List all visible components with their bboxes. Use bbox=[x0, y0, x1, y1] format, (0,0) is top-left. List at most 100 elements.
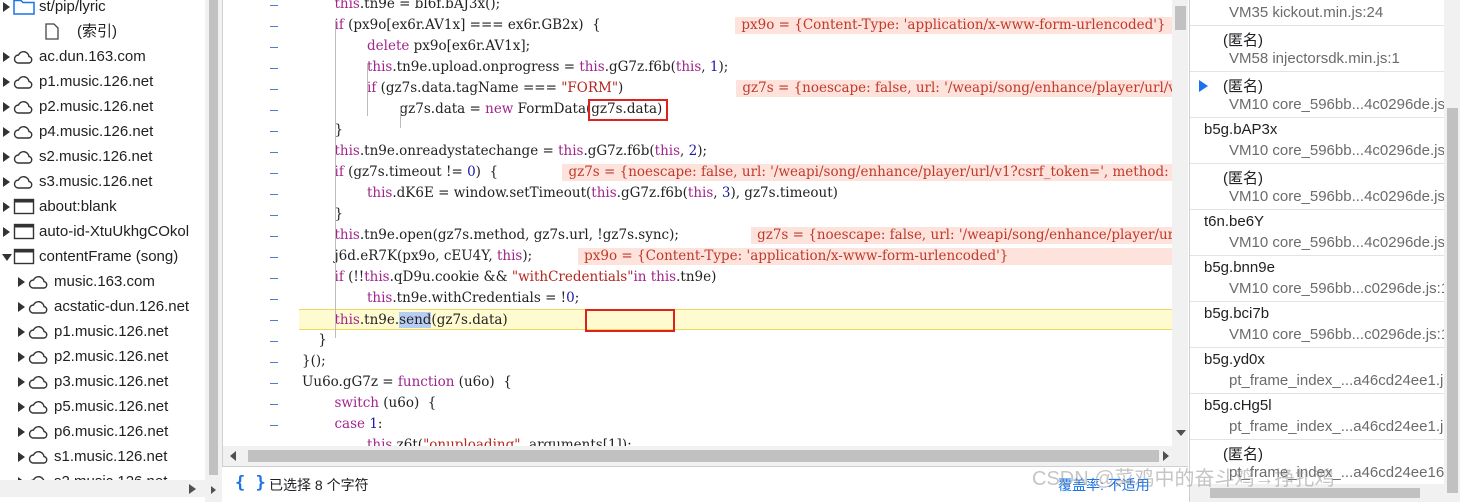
tree-item[interactable]: p2.music.126.net bbox=[0, 344, 205, 369]
call-frame[interactable]: b5g.yd0x pt_frame_index_...a46cd24ee1.js bbox=[1190, 348, 1444, 394]
code-line[interactable]: } bbox=[299, 204, 1172, 225]
current-execution-line[interactable]: this.tn9e.send(gz7s.data) bbox=[299, 309, 1172, 330]
collapsed-arrow-icon[interactable] bbox=[18, 402, 25, 412]
breakpoint-slot[interactable] bbox=[270, 362, 278, 363]
scroll-right-arrow-icon[interactable] bbox=[189, 484, 196, 494]
collapsed-arrow-icon[interactable] bbox=[3, 177, 10, 187]
breakpoint-slot[interactable] bbox=[270, 341, 278, 342]
breakpoint-slot[interactable] bbox=[270, 47, 278, 48]
collapsed-arrow-icon[interactable] bbox=[18, 277, 25, 287]
breakpoint-slot[interactable] bbox=[270, 173, 278, 174]
tree-item[interactable]: s2.music.126.net bbox=[0, 144, 205, 169]
expanded-arrow-icon[interactable] bbox=[2, 254, 12, 261]
code-line[interactable]: this.tn9e = bl6f.bAJ3x(); bbox=[299, 0, 1172, 15]
code-line[interactable]: switch (u6o) { bbox=[299, 393, 1172, 414]
tree-item[interactable]: music.163.com bbox=[0, 269, 205, 294]
code-line[interactable]: delete px9o[ex6r.AV1x]; bbox=[299, 36, 1172, 57]
call-frame[interactable]: (匿名) VM58 injectorsdk.min.js:1 bbox=[1190, 26, 1444, 72]
call-frame[interactable]: (匿名) VM10 core_596bb...4c0296de.js:1 bbox=[1190, 72, 1444, 118]
call-frame-location[interactable]: VM10 core_596bb...4c0296de.js:1 bbox=[1229, 234, 1444, 251]
collapsed-arrow-icon[interactable] bbox=[18, 377, 25, 387]
code-line[interactable]: Uu6o.gG7z = function (u6o) { bbox=[299, 372, 1172, 393]
breakpoint-slot[interactable] bbox=[270, 299, 278, 300]
tree-item[interactable]: (索引) bbox=[0, 19, 205, 44]
collapsed-arrow-icon[interactable] bbox=[3, 52, 10, 62]
inline-variable-value[interactable]: px9o = {Content-Type: 'application/x-www… bbox=[578, 248, 1172, 265]
code-line[interactable]: gz7s.data = new FormData(gz7s.data) bbox=[299, 99, 1172, 120]
call-frame-location[interactable]: VM10 core_596bb...4c0296de.js:1 bbox=[1229, 188, 1444, 205]
breakpoint-slot[interactable] bbox=[270, 68, 278, 69]
call-frame[interactable]: (匿名) VM10 core_596bb...4c0296de.js:1 bbox=[1190, 164, 1444, 210]
editor-scroll-thumb[interactable] bbox=[1175, 6, 1186, 30]
scroll-right-end-arrow-icon[interactable] bbox=[211, 486, 216, 494]
tree-item[interactable]: st/pip/lyric bbox=[0, 0, 205, 19]
pretty-print-braces-icon[interactable]: { } bbox=[235, 473, 266, 493]
call-frame-location[interactable]: VM35 kickout.min.js:24 bbox=[1229, 4, 1383, 21]
tree-item[interactable]: ac.dun.163.com bbox=[0, 44, 205, 69]
call-frame[interactable]: (匿名) pt_frame_index_...a46cd24ee16 bbox=[1190, 440, 1444, 486]
breakpoint-slot[interactable] bbox=[270, 383, 278, 384]
code-line[interactable]: }(); bbox=[299, 351, 1172, 372]
editor-horizontal-thumb[interactable] bbox=[248, 450, 1159, 462]
scroll-right-arrow-icon[interactable] bbox=[1163, 451, 1169, 461]
inline-variable-value[interactable]: gz7s = {noescape: false, url: '/weapi/so… bbox=[751, 227, 1172, 244]
breakpoint-slot[interactable] bbox=[270, 110, 278, 111]
call-stack-horizontal-thumb[interactable] bbox=[1210, 488, 1420, 498]
tree-item[interactable]: s1.music.126.net bbox=[0, 444, 205, 469]
breakpoint-slot[interactable] bbox=[270, 257, 278, 258]
call-frame[interactable]: b5g.bAP3x VM10 core_596bb...4c0296de.js:1 bbox=[1190, 118, 1444, 164]
collapsed-arrow-icon[interactable] bbox=[3, 152, 10, 162]
collapsed-arrow-icon[interactable] bbox=[18, 452, 25, 462]
breakpoint-slot[interactable] bbox=[270, 320, 278, 321]
breakpoint-slot[interactable] bbox=[270, 425, 278, 426]
tree-item[interactable]: auto-id-XtuUkhgCOkol bbox=[0, 219, 205, 244]
call-frame[interactable]: t6n.be6Y VM10 core_596bb...4c0296de.js:1 bbox=[1190, 210, 1444, 256]
breakpoint-slot[interactable] bbox=[270, 404, 278, 405]
call-frame-location[interactable]: VM58 injectorsdk.min.js:1 bbox=[1229, 50, 1400, 67]
scroll-left-arrow-icon[interactable] bbox=[230, 451, 236, 461]
collapsed-arrow-icon[interactable] bbox=[3, 102, 10, 112]
code-line[interactable]: } bbox=[299, 120, 1172, 141]
collapsed-arrow-icon[interactable] bbox=[3, 202, 10, 212]
breakpoint-slot[interactable] bbox=[270, 89, 278, 90]
tree-item[interactable]: p5.music.126.net bbox=[0, 394, 205, 419]
breakpoint-slot[interactable] bbox=[270, 236, 278, 237]
tree-item[interactable]: p4.music.126.net bbox=[0, 119, 205, 144]
inline-variable-value[interactable]: gz7s = {noescape: false, url: '/weapi/so… bbox=[562, 164, 1172, 181]
breakpoint-slot[interactable] bbox=[270, 26, 278, 27]
collapsed-arrow-icon[interactable] bbox=[3, 127, 10, 137]
call-frame[interactable]: b5g.bnn9e VM10 core_596bb...c0296de.js:1 bbox=[1190, 256, 1444, 302]
scroll-down-arrow-icon[interactable] bbox=[1176, 430, 1186, 436]
call-frame[interactable]: b5g.cHg5l pt_frame_index_...a46cd24ee1.js bbox=[1190, 394, 1444, 440]
inline-variable-value[interactable]: px9o = {Content-Type: 'application/x-www… bbox=[735, 17, 1172, 34]
breakpoint-slot[interactable] bbox=[270, 152, 278, 153]
code-line[interactable]: if (gz7s.timeout != 0) {gz7s = {noescape… bbox=[299, 162, 1172, 183]
code-line[interactable]: this.z6t("onuploading", arguments[1]); bbox=[299, 435, 1172, 446]
call-frame-location[interactable]: pt_frame_index_...a46cd24ee1.js bbox=[1229, 418, 1444, 435]
file-tree-scroll-thumb[interactable] bbox=[209, 0, 218, 475]
call-stack-scroll-thumb[interactable] bbox=[1447, 108, 1458, 493]
breakpoint-slot[interactable] bbox=[270, 215, 278, 216]
code-line[interactable]: case 1: bbox=[299, 414, 1172, 435]
code-line[interactable]: this.tn9e.open(gz7s.method, gz7s.url, !g… bbox=[299, 225, 1172, 246]
code-line[interactable]: this.dK6E = window.setTimeout(this.gG7z.… bbox=[299, 183, 1172, 204]
collapsed-arrow-icon[interactable] bbox=[3, 227, 10, 237]
tree-item[interactable]: p3.music.126.net bbox=[0, 369, 205, 394]
breakpoint-slot[interactable] bbox=[270, 131, 278, 132]
code-line[interactable]: } bbox=[299, 330, 1172, 351]
call-frame-location[interactable]: VM10 core_596bb...c0296de.js:1 bbox=[1229, 280, 1444, 297]
code-line[interactable]: this.tn9e.upload.onprogress = this.gG7z.… bbox=[299, 57, 1172, 78]
tree-item[interactable]: p2.music.126.net bbox=[0, 94, 205, 119]
code-line[interactable]: this.tn9e.withCredentials = !0; bbox=[299, 288, 1172, 309]
tree-item[interactable]: p6.music.126.net bbox=[0, 419, 205, 444]
code-line[interactable]: if (gz7s.data.tagName === "FORM") gz7s = … bbox=[299, 78, 1172, 99]
code-line[interactable]: j6d.eR7K(px9o, cEU4Y, this); px9o = {Cont… bbox=[299, 246, 1172, 267]
call-frame[interactable]: VM35 kickout.min.js:24 bbox=[1190, 0, 1444, 26]
collapsed-arrow-icon[interactable] bbox=[18, 302, 25, 312]
tree-item[interactable]: about:blank bbox=[0, 194, 205, 219]
code-line[interactable]: this.tn9e.onreadystatechange = this.gG7z… bbox=[299, 141, 1172, 162]
call-frame-location[interactable]: VM10 core_596bb...4c0296de.js:1 bbox=[1229, 142, 1444, 159]
code-line[interactable]: if (!!this.qD9u.cookie && "withCredentia… bbox=[299, 267, 1172, 288]
collapsed-arrow-icon[interactable] bbox=[18, 327, 25, 337]
collapsed-arrow-icon[interactable] bbox=[3, 77, 10, 87]
